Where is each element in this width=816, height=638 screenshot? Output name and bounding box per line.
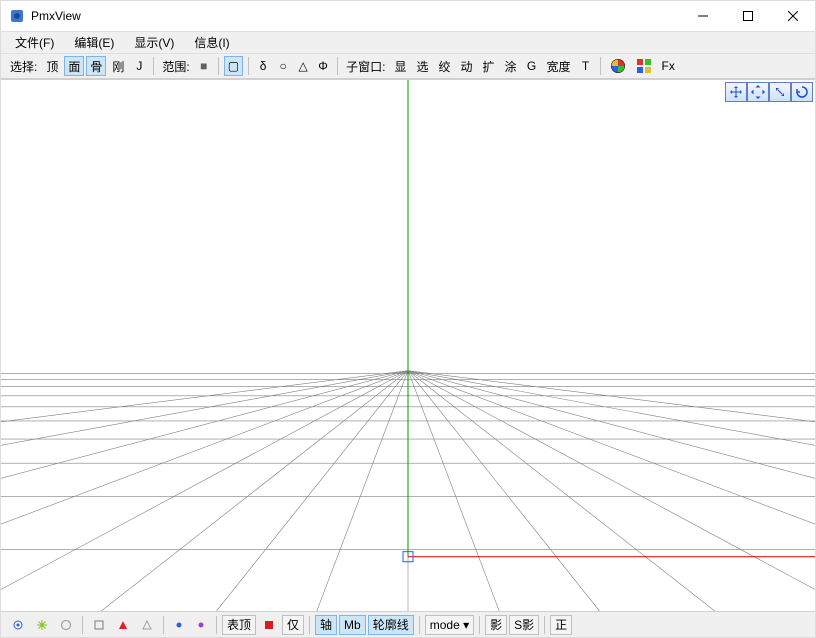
camera-toolbar [725,82,813,102]
viewport-3d[interactable] [1,79,815,611]
status-burst-icon[interactable] [31,615,53,635]
select-vertex-button[interactable]: 顶 [42,56,62,76]
close-button[interactable] [770,1,815,31]
range-sigma-button[interactable]: δ [254,56,272,76]
menu-display[interactable]: 显示(V) [126,32,182,53]
separator [216,616,217,634]
color-wheel-button[interactable] [606,56,630,76]
menubar: 文件(F) 编辑(E) 显示(V) 信息(I) [1,31,815,53]
menu-edit[interactable]: 编辑(E) [66,32,122,53]
ortho-button[interactable]: 正 [550,615,572,635]
select-rigid-button[interactable]: 刚 [108,56,128,76]
range-rect-outline-button[interactable]: ▢ [224,56,243,76]
mode-dropdown[interactable]: mode ▾ [425,615,474,635]
mode-label: mode [430,618,460,632]
range-phi-button[interactable]: Φ [314,56,332,76]
outline-button[interactable]: 轮廓线 [368,615,414,635]
subwin-paint-button[interactable]: 涂 [501,56,521,76]
subwin-twist-button[interactable]: 绞 [434,56,454,76]
window-title: PmxView [31,9,81,23]
status-red-square-icon[interactable] [258,615,280,635]
bottom-toolbar: 表顶 仅 轴 Mb 轮廓线 mode ▾ 影 S影 正 [1,611,815,637]
separator [600,57,601,75]
menu-info[interactable]: 信息(I) [186,32,237,53]
fx-button[interactable]: Fx [658,56,679,76]
status-dot1-icon[interactable] [7,615,29,635]
maximize-button[interactable] [725,1,770,31]
separator [309,616,310,634]
subwindow-label: 子窗口: [343,58,388,75]
range-triangle-button[interactable]: △ [294,56,312,76]
subwin-g-button[interactable]: G [523,56,541,76]
subwin-select-button[interactable]: 选 [412,56,432,76]
status-dot-purple-icon[interactable] [191,615,211,635]
separator [419,616,420,634]
select-face-button[interactable]: 面 [64,56,84,76]
camera-rotate-button[interactable] [791,82,813,102]
range-rect-fill-button[interactable]: ■ [195,56,213,76]
shadow-button[interactable]: 影 [485,615,507,635]
app-icon [9,8,25,24]
subwin-show-button[interactable]: 显 [390,56,410,76]
dropdown-arrow-icon: ▾ [463,618,469,632]
separator [163,616,164,634]
subwin-width-button[interactable]: 宽度 [543,56,575,76]
separator [248,57,249,75]
separator [544,616,545,634]
separator [153,57,154,75]
select-label: 选择: [7,58,40,75]
menu-file[interactable]: 文件(F) [7,32,62,53]
status-dot-blue-icon[interactable] [169,615,189,635]
camera-zoom-button[interactable] [769,82,791,102]
subwin-t-button[interactable]: T [577,56,595,76]
select-joint-button[interactable]: J [130,56,148,76]
only-button[interactable]: 仅 [282,615,304,635]
separator [218,57,219,75]
separator [82,616,83,634]
camera-move-button[interactable] [747,82,769,102]
titlebar: PmxView [1,1,815,31]
separator [337,57,338,75]
subwin-move-button[interactable]: 动 [456,56,476,76]
status-square-icon[interactable] [88,615,110,635]
separator [479,616,480,634]
range-label: 范围: [159,58,192,75]
window-controls [680,1,815,31]
app-window: PmxView 文件(F) 编辑(E) 显示(V) 信息(I) 选择: 顶 面 … [0,0,816,638]
status-circle-icon[interactable] [55,615,77,635]
axis-button[interactable]: 轴 [315,615,337,635]
camera-pan-button[interactable] [725,82,747,102]
range-circle-button[interactable]: ○ [274,56,292,76]
grid-svg [1,80,815,611]
subwin-expand-button[interactable]: 扩 [479,56,499,76]
sshadow-button[interactable]: S影 [509,615,539,635]
top-toolbar: 选择: 顶 面 骨 刚 J 范围: ■ ▢ δ ○ △ Φ 子窗口: 显 选 绞… [1,53,815,79]
title-left: PmxView [9,8,81,24]
mb-button[interactable]: Mb [339,615,366,635]
minimize-button[interactable] [680,1,725,31]
select-bone-button[interactable]: 骨 [86,56,106,76]
color-grid-button[interactable] [632,56,656,76]
status-triangle-outline-icon[interactable] [136,615,158,635]
status-triangle-red-icon[interactable] [112,615,134,635]
surface-top-button[interactable]: 表顶 [222,615,256,635]
